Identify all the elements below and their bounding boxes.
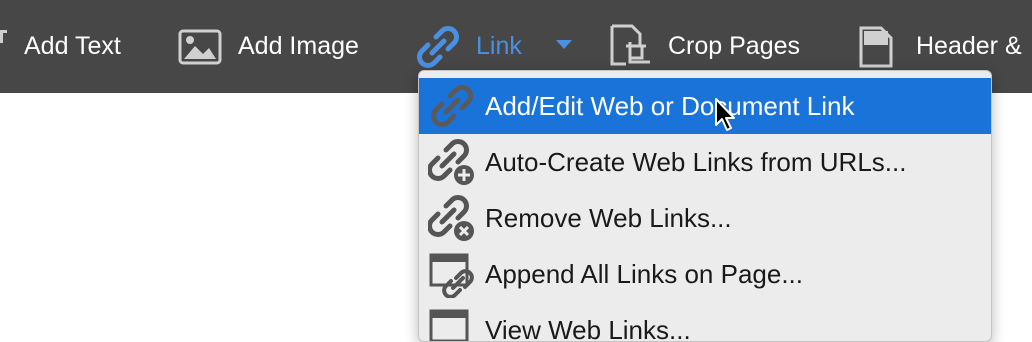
menu-item-append-links[interactable]: Append All Links on Page... [419,246,991,302]
mouse-cursor-icon [714,97,738,133]
link-label: Link [476,32,522,61]
header-footer-label: Header & [916,32,1022,61]
menu-item-auto-create-links[interactable]: Auto-Create Web Links from URLs... [419,134,991,190]
link-dropdown-menu: Add/Edit Web or Document Link Auto-Creat… [418,70,992,342]
menu-item-label: Remove Web Links... [485,203,732,234]
link-add-icon [419,134,485,190]
menu-item-label: Append All Links on Page... [485,259,803,290]
menu-item-add-edit-link[interactable]: Add/Edit Web or Document Link [419,78,991,134]
add-image-button[interactable]: Add Image [178,0,359,93]
partial-icon [0,30,7,43]
menu-item-label: View Web Links... [485,315,691,342]
menu-item-remove-links[interactable]: Remove Web Links... [419,190,991,246]
menu-item-label: Auto-Create Web Links from URLs... [485,147,906,178]
add-image-label: Add Image [238,32,359,61]
link-icon [419,78,485,134]
page-link-icon [419,246,485,302]
link-dropdown-caret[interactable] [556,40,572,49]
add-text-button[interactable]: Add Text [24,0,121,93]
crop-pages-label: Crop Pages [668,32,800,61]
image-icon [178,29,222,65]
link-remove-icon [419,190,485,246]
link-icon [416,25,460,69]
menu-item-label: Add/Edit Web or Document Link [485,91,854,122]
add-text-label: Add Text [24,32,121,61]
page-view-icon [419,302,485,342]
crop-icon [608,24,650,70]
menu-item-view-links[interactable]: View Web Links... [419,302,991,342]
document-icon [858,25,894,69]
